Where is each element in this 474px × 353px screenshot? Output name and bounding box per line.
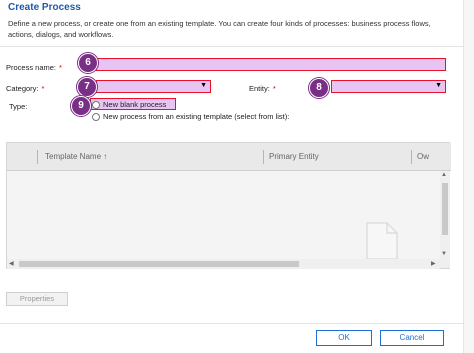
- cancel-button[interactable]: Cancel: [380, 330, 444, 346]
- scroll-up-icon[interactable]: ▲: [441, 172, 447, 178]
- callout-badge-6: 6: [78, 53, 98, 73]
- dialog-title: Create Process: [8, 2, 81, 13]
- horizontal-scroll-thumb[interactable]: [19, 261, 299, 267]
- column-owner[interactable]: Ow: [417, 152, 429, 161]
- vertical-scroll-thumb[interactable]: [442, 183, 448, 235]
- dialog-description: Define a new process, or create one from…: [8, 19, 431, 39]
- template-grid[interactable]: Template Name ↑ Primary Entity Ow ▲ ▼ ◀ …: [6, 142, 451, 269]
- type-label: Type:: [9, 102, 28, 111]
- scroll-right-icon[interactable]: ▶: [431, 260, 436, 267]
- entity-label: Entity: *: [249, 84, 276, 93]
- ok-button[interactable]: OK: [316, 330, 372, 346]
- radio-icon[interactable]: [92, 100, 100, 109]
- grid-header: Template Name ↑ Primary Entity Ow: [7, 143, 451, 171]
- column-separator: [37, 150, 38, 164]
- radio-existing-template[interactable]: New process from an existing template (s…: [92, 112, 289, 121]
- process-name-input[interactable]: [96, 58, 446, 71]
- chevron-down-icon: ▼: [200, 82, 207, 89]
- radio-icon[interactable]: [92, 112, 100, 121]
- scroll-left-icon[interactable]: ◀: [9, 260, 14, 267]
- radio-label: New process from an existing template (s…: [103, 112, 290, 121]
- column-primary-entity[interactable]: Primary Entity: [269, 152, 319, 161]
- vertical-scrollbar[interactable]: ▲ ▼: [440, 171, 450, 268]
- callout-badge-8: 8: [309, 78, 329, 98]
- required-asterisk: *: [41, 84, 45, 93]
- required-asterisk: *: [272, 84, 276, 93]
- dialog-footer: OK Cancel: [0, 323, 474, 353]
- entity-select[interactable]: ▼: [331, 80, 446, 93]
- scroll-down-icon[interactable]: ▼: [441, 251, 447, 257]
- empty-document-icon: [366, 222, 398, 260]
- dialog-header: Create Process Define a new process, or …: [0, 0, 474, 47]
- properties-button[interactable]: Properties: [6, 292, 68, 306]
- column-separator: [263, 150, 264, 164]
- category-label: Category: *: [6, 84, 45, 93]
- window-scrollbar[interactable]: [463, 0, 474, 353]
- radio-new-blank-process[interactable]: New blank process: [92, 100, 166, 109]
- chevron-down-icon: ▼: [435, 82, 442, 89]
- required-asterisk: *: [59, 63, 62, 72]
- column-separator: [411, 150, 412, 164]
- category-select[interactable]: ▼: [96, 80, 211, 93]
- horizontal-scrollbar[interactable]: ◀ ▶: [7, 259, 440, 269]
- callout-badge-7: 7: [77, 77, 97, 97]
- process-name-label: Process name: *: [6, 63, 62, 72]
- sort-ascending-icon: ↑: [103, 152, 108, 161]
- callout-badge-9: 9: [71, 96, 91, 116]
- column-template-name[interactable]: Template Name ↑: [45, 152, 107, 161]
- radio-label: New blank process: [103, 100, 167, 109]
